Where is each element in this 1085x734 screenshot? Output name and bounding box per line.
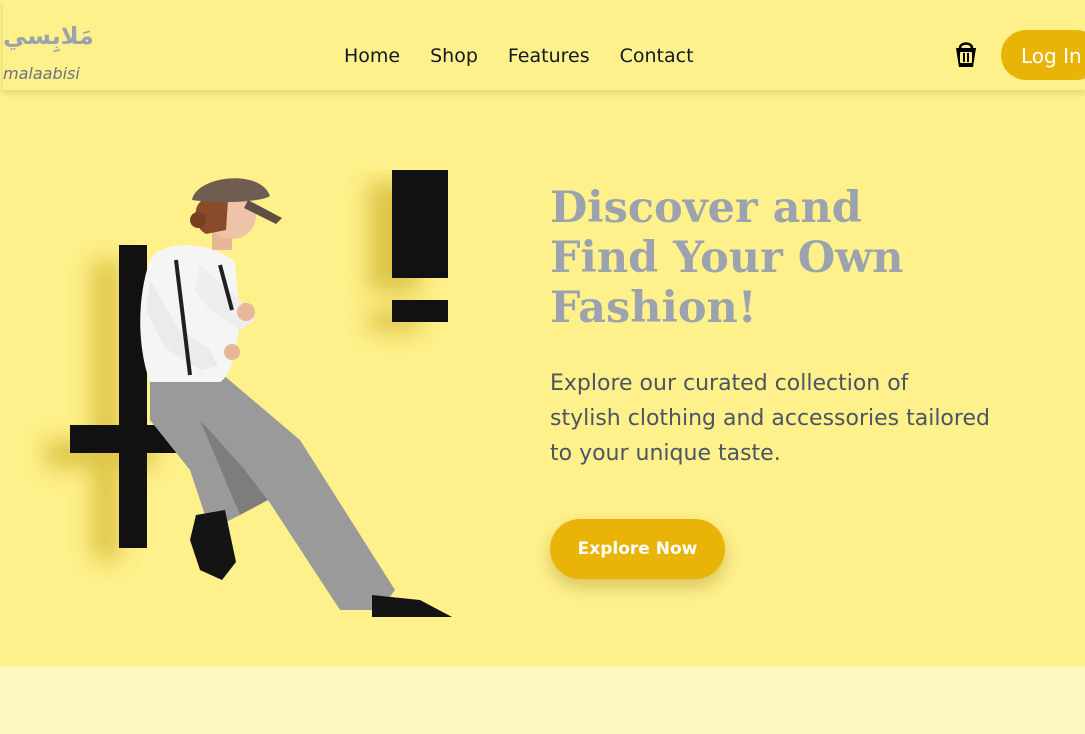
logo-latin-text: malaabisi [3, 64, 80, 83]
nav-link-shop[interactable]: Shop [430, 42, 478, 70]
hero-description: Explore our curated collection of stylis… [550, 366, 1020, 471]
hero-title-line: Discover and [550, 183, 862, 233]
explore-now-button[interactable]: Explore Now [550, 519, 725, 579]
site-header: مَلابِسي malaabisi Home Shop Features Co… [3, 0, 1085, 90]
hero-description-line: stylish clothing and accessories tailore… [550, 406, 990, 431]
hero-title-line: Fashion! [550, 283, 757, 333]
nav-link-contact[interactable]: Contact [620, 42, 694, 70]
shopping-bag-icon[interactable] [954, 40, 978, 70]
nav-link-features[interactable]: Features [508, 42, 590, 70]
hero-description-line: Explore our curated collection of [550, 371, 909, 396]
main-nav: Home Shop Features Contact [344, 42, 724, 70]
logo-arabic-text: مَلابِسي [3, 22, 94, 50]
next-section [0, 666, 1085, 734]
hero-description-line: to your unique taste. [550, 441, 781, 466]
login-button[interactable]: Log In [1001, 30, 1085, 80]
hero-title-line: Find Your Own [550, 233, 904, 283]
hero-image [0, 170, 460, 617]
hero-title: Discover and Find Your Own Fashion! [550, 183, 1030, 333]
nav-link-home[interactable]: Home [344, 42, 400, 70]
